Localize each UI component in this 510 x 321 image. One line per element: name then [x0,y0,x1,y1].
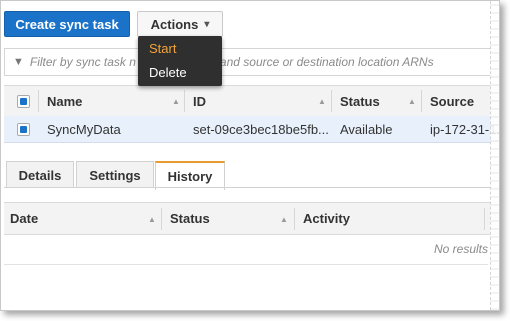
row-checkbox[interactable] [17,123,30,136]
column-header-history-status-label: Status [170,210,210,226]
sort-name-icon[interactable]: ▲ [172,97,180,106]
filter-input[interactable]: ▼ Filter by sync task n and source or de… [4,48,499,76]
column-header-date-label: Date [10,210,39,226]
column-header-id[interactable]: ID [193,86,206,116]
column-header-date[interactable]: Date [10,203,38,233]
column-divider [484,208,485,230]
column-header-source[interactable]: Source [430,86,474,116]
column-header-source-label: Source [430,93,475,109]
column-divider [161,208,162,230]
sort-status-icon[interactable]: ▲ [408,97,416,106]
filter-placeholder-right: and source or destination location ARNs [219,55,434,69]
no-results-label: No results [433,242,488,256]
column-header-history-status[interactable]: Status [170,203,210,233]
column-header-activity-label: Activity [303,210,350,226]
select-all-check-mark [20,98,27,105]
tasks-table-header: Name ▲ ID ▲ Status ▲ Source [4,85,499,117]
filter-icon: ▼ [13,56,24,68]
chevron-down-icon: ▾ [204,18,210,30]
table-row[interactable]: SyncMyData set-09ce3bec18be5fb... Availa… [4,116,499,143]
menu-item-start-label: Start [149,40,177,56]
cell-id: set-09ce3bec18be5fb... [193,121,329,137]
column-divider [184,90,185,112]
column-divider [294,208,295,230]
sort-id-icon[interactable]: ▲ [318,97,326,106]
detail-tabs: Details Settings History [4,161,499,190]
cell-name: SyncMyData [47,121,121,137]
column-header-name[interactable]: Name [47,86,82,116]
tab-settings-label: Settings [89,167,141,183]
column-divider [331,90,332,112]
actions-dropdown-menu: Start Delete [138,36,222,86]
tab-details-label: Details [18,167,62,183]
column-header-id-label: ID [193,93,206,109]
column-header-name-label: Name [47,93,83,109]
filter-placeholder-left: Filter by sync task n [29,55,136,69]
history-table-header: Date ▲ Status ▲ Activity [4,202,499,235]
create-sync-task-button[interactable]: Create sync task [4,11,130,37]
menu-item-delete-label: Delete [149,64,187,80]
column-divider [38,90,39,112]
menu-item-delete[interactable]: Delete [138,60,222,84]
sort-date-icon[interactable]: ▲ [148,215,156,224]
actions-label: Actions [150,16,199,32]
column-header-activity[interactable]: Activity [303,203,350,233]
create-sync-task-label: Create sync task [15,16,119,32]
select-all-checkbox[interactable] [17,95,30,108]
tab-settings[interactable]: Settings [76,161,154,188]
row-check-mark [20,126,27,133]
cell-status: Available [340,121,393,137]
tabs-baseline [4,187,499,188]
tab-history[interactable]: History [155,161,225,190]
tab-details[interactable]: Details [6,161,74,188]
column-header-status-label: Status [340,93,380,109]
sort-history-status-icon[interactable]: ▲ [280,215,288,224]
no-results-message: No results [4,234,488,265]
torn-edge-decoration [490,1,499,310]
tab-history-label: History [167,169,213,184]
menu-item-start[interactable]: Start [138,36,222,60]
column-header-status[interactable]: Status [340,86,380,116]
cell-source: ip-172-31-1... [430,121,499,137]
column-divider [421,90,422,112]
screenshot-frame: Create sync task Actions ▾ ▼ Filter by s… [0,0,500,311]
actions-button[interactable]: Actions ▾ [137,11,223,37]
